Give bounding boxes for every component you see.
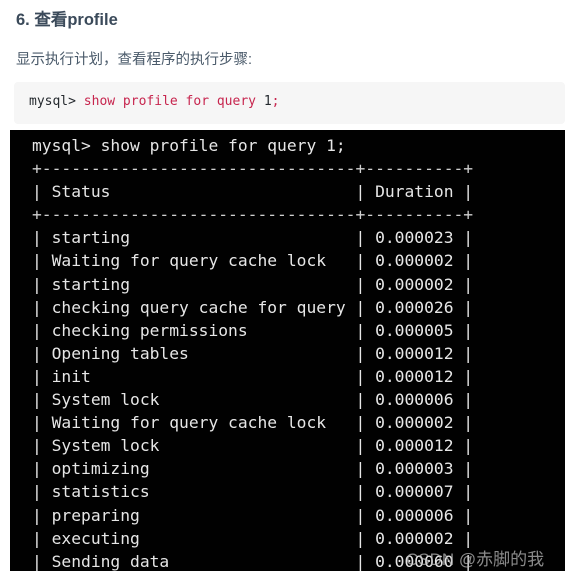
terminal-text: mysql> show profile for query 1; +-------… xyxy=(32,134,473,571)
terminal-prompt-line: mysql> show profile for query 1; xyxy=(32,136,346,155)
terminal-row: | Waiting for query cache lock | 0.00000… xyxy=(32,251,474,271)
terminal-row: | Sending data | 0.000060 | xyxy=(32,551,474,571)
terminal-row: | System lock | 0.000006 | xyxy=(32,390,474,410)
code-keyword-token: show profile for query xyxy=(83,94,264,109)
terminal-rule-line: +--------------------------------+------… xyxy=(32,159,474,179)
terminal-output[interactable]: mysql> show profile for query 1; +-------… xyxy=(10,130,565,571)
code-block-line: mysql> show profile for query 1; xyxy=(29,93,279,111)
article-page: 6. 查看profile 显示执行计划，查看程序的执行步骤: mysql> sh… xyxy=(0,0,565,571)
terminal-row: | preparing | 0.000006 | xyxy=(32,505,474,525)
terminal-row: | checking query cache for query | 0.000… xyxy=(32,297,474,317)
section-description: 显示执行计划，查看程序的执行步骤: xyxy=(16,52,253,68)
terminal-row: | starting | 0.000023 | xyxy=(32,228,474,248)
code-punctuation-token: ; xyxy=(271,94,280,109)
terminal-row: | statistics | 0.000007 | xyxy=(32,482,474,502)
terminal-row: | init | 0.000012 | xyxy=(32,366,474,386)
terminal-row: | executing | 0.000002 | xyxy=(32,528,474,548)
page-title: 6. 查看profile xyxy=(16,11,118,29)
terminal-row: | optimizing | 0.000003 | xyxy=(32,459,474,479)
terminal-row: | System lock | 0.000012 | xyxy=(32,436,474,456)
terminal-row: | starting | 0.000002 | xyxy=(32,274,474,294)
terminal-rule-line: +--------------------------------+------… xyxy=(32,205,474,225)
terminal-row: | Status | Duration | xyxy=(32,182,474,202)
terminal-row: | Waiting for query cache lock | 0.00000… xyxy=(32,413,474,433)
terminal-row: | checking permissions | 0.000005 | xyxy=(32,320,474,340)
code-number-token: 1 xyxy=(263,94,272,109)
terminal-row: | Opening tables | 0.000012 | xyxy=(32,343,474,363)
code-prompt-token: mysql> xyxy=(29,94,84,109)
code-block[interactable]: mysql> show profile for query 1; xyxy=(14,82,565,124)
